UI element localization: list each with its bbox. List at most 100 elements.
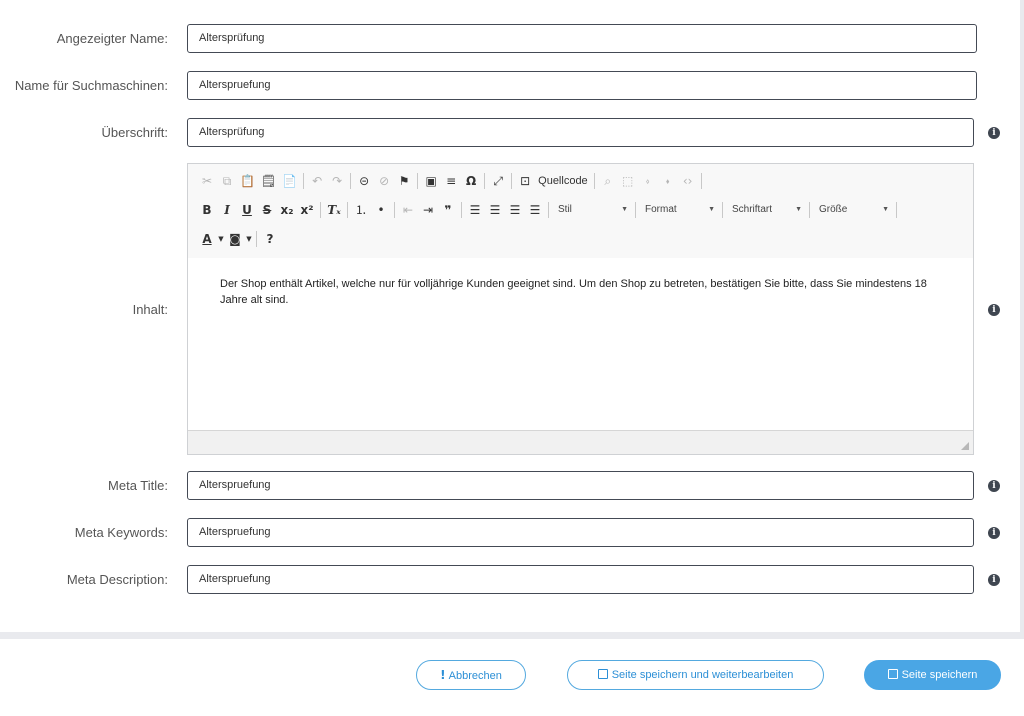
bold-icon[interactable]: B xyxy=(197,200,217,220)
style-combo[interactable]: Stil ▼ xyxy=(552,200,632,220)
subscript-icon[interactable]: x₂ xyxy=(277,200,297,220)
info-icon[interactable]: i xyxy=(988,574,1000,586)
toolbar-separator xyxy=(809,202,810,218)
toolbar-separator xyxy=(461,202,462,218)
toolbar-separator xyxy=(417,173,419,189)
seo-name-label: Name für Suchmaschinen: xyxy=(14,78,168,93)
meta-keywords-input[interactable]: Alterspruefung xyxy=(187,518,974,547)
undo-icon[interactable]: ↶ xyxy=(307,171,327,191)
comment-icon[interactable]: ⬫ xyxy=(638,171,658,191)
toolbar-separator xyxy=(896,202,897,218)
chevron-down-icon[interactable]: ▼ xyxy=(217,229,225,249)
format-combo-label: Format xyxy=(645,204,677,215)
heading-label: Überschrift: xyxy=(101,125,168,140)
editor-content-area[interactable]: Der Shop enthält Artikel, welche nur für… xyxy=(188,258,973,431)
toolbar-separator xyxy=(484,173,486,189)
row-meta-title: Meta Title: Alterspruefung i xyxy=(0,471,1020,500)
row-display-name: Angezeigter Name: Altersprüfung xyxy=(0,24,1020,53)
paste-icon[interactable]: 📋 xyxy=(237,171,258,191)
maximize-icon[interactable]: ⤢ xyxy=(488,171,508,191)
underline-icon[interactable]: U xyxy=(237,200,257,220)
toolbar-separator xyxy=(635,202,636,218)
meta-description-input[interactable]: Alterspruefung xyxy=(187,565,974,594)
link-icon[interactable]: ⊝ xyxy=(354,171,374,191)
cancel-button[interactable]: ! Abbrechen xyxy=(416,660,526,690)
numbered-list-icon[interactable]: ⒈ xyxy=(351,200,371,220)
italic-icon[interactable]: I xyxy=(217,200,237,220)
copy-icon[interactable]: ⧉ xyxy=(217,171,237,191)
size-combo-label: Größe xyxy=(819,204,848,215)
toolbar-separator xyxy=(593,173,595,189)
info-icon[interactable]: i xyxy=(988,527,1000,539)
toolbar-row-1: ✂ ⧉ 📋 🗒 📄 ↶ ↷ ⊝ ⊘ ⚑ ▣ ≡ Ω ⤢ ⊡ Quellcode … xyxy=(197,169,705,193)
anchor-flag-icon[interactable]: ⚑ xyxy=(394,171,414,191)
toolbar-separator xyxy=(303,173,305,189)
strikethrough-icon[interactable]: S xyxy=(257,200,277,220)
remove-format-icon[interactable]: Tₓ xyxy=(324,200,344,220)
special-char-omega-icon[interactable]: Ω xyxy=(461,171,481,191)
chevron-down-icon: ▼ xyxy=(708,206,715,213)
row-heading: Überschrift: Altersprüfung i xyxy=(0,118,1020,147)
background-color-icon[interactable]: ◙ xyxy=(225,229,245,249)
meta-title-input[interactable]: Alterspruefung xyxy=(187,471,974,500)
blockquote-icon[interactable]: ❞ xyxy=(438,200,458,220)
align-left-icon[interactable]: ☰ xyxy=(465,200,485,220)
display-name-label: Angezeigter Name: xyxy=(56,31,168,46)
info-icon[interactable]: i xyxy=(988,480,1000,492)
toolbar-separator xyxy=(511,173,513,189)
chevron-down-icon: ▼ xyxy=(882,206,889,213)
info-icon[interactable]: i xyxy=(988,127,1000,139)
style-combo-label: Stil xyxy=(558,204,572,215)
row-meta-keywords: Meta Keywords: Alterspruefung i xyxy=(0,518,1020,547)
toolbar-row-2: B I U S x₂ x² Tₓ ⒈ • ⇤ ⇥ ❞ ☰ ☰ ☰ ☰ Stil … xyxy=(197,198,900,222)
code-snippet-icon[interactable]: ‹› xyxy=(678,171,698,191)
align-center-icon[interactable]: ☰ xyxy=(485,200,505,220)
find-icon[interactable]: ⌕ xyxy=(598,171,618,191)
row-seo-name: Name für Suchmaschinen: Alterspruefung xyxy=(0,71,1020,100)
cut-icon[interactable]: ✂ xyxy=(197,171,217,191)
format-combo[interactable]: Format ▼ xyxy=(639,200,719,220)
meta-keywords-label: Meta Keywords: xyxy=(74,525,168,540)
redo-icon[interactable]: ↷ xyxy=(327,171,347,191)
meta-description-label: Meta Description: xyxy=(66,572,168,587)
size-combo[interactable]: Größe ▼ xyxy=(813,200,893,220)
chevron-down-icon: ▼ xyxy=(621,206,628,213)
seo-name-input[interactable]: Alterspruefung xyxy=(187,71,977,100)
toolbar-row-3: A ▼ ◙ ▼ ? xyxy=(197,227,280,251)
superscript-icon[interactable]: x² xyxy=(297,200,317,220)
indent-icon[interactable]: ⇥ xyxy=(418,200,438,220)
bulleted-list-icon[interactable]: • xyxy=(371,200,391,220)
save-icon xyxy=(887,669,898,679)
exclamation-icon: ! xyxy=(440,668,446,682)
content-label: Inhalt: xyxy=(132,302,168,317)
paste-text-icon[interactable]: 🗒 xyxy=(258,171,279,191)
horizontal-line-icon[interactable]: ≡ xyxy=(441,171,461,191)
save-button[interactable]: Seite speichern xyxy=(864,660,1001,690)
font-combo[interactable]: Schriftart ▼ xyxy=(726,200,806,220)
heading-input[interactable]: Altersprüfung xyxy=(187,118,974,147)
panel-edge xyxy=(1020,0,1024,632)
select-all-icon[interactable]: ⬚ xyxy=(618,171,638,191)
remove-comment-icon[interactable]: ⬪ xyxy=(658,171,678,191)
image-icon[interactable]: ▣ xyxy=(421,171,441,191)
info-icon[interactable]: i xyxy=(988,304,1000,316)
source-code-icon[interactable]: ⊡ xyxy=(515,171,535,191)
chevron-down-icon: ▼ xyxy=(795,206,802,213)
display-name-input[interactable]: Altersprüfung xyxy=(187,24,977,53)
align-justify-icon[interactable]: ☰ xyxy=(525,200,545,220)
align-right-icon[interactable]: ☰ xyxy=(505,200,525,220)
editor-toolbar: ✂ ⧉ 📋 🗒 📄 ↶ ↷ ⊝ ⊘ ⚑ ▣ ≡ Ω ⤢ ⊡ Quellcode … xyxy=(188,164,973,259)
save-and-continue-label: Seite speichern und weiterbearbeiten xyxy=(611,669,794,681)
resize-grip-icon[interactable] xyxy=(961,442,969,450)
toolbar-separator xyxy=(548,202,549,218)
text-color-icon[interactable]: A xyxy=(197,229,217,249)
unlink-icon[interactable]: ⊘ xyxy=(374,171,394,191)
save-button-label: Seite speichern xyxy=(901,669,978,681)
save-and-continue-button[interactable]: Seite speichern und weiterbearbeiten xyxy=(567,660,824,690)
help-icon[interactable]: ? xyxy=(260,229,280,249)
toolbar-separator xyxy=(700,173,702,189)
chevron-down-icon[interactable]: ▼ xyxy=(245,229,253,249)
source-code-button[interactable]: Quellcode xyxy=(535,171,591,191)
outdent-icon[interactable]: ⇤ xyxy=(398,200,418,220)
paste-word-icon[interactable]: 📄 xyxy=(279,171,300,191)
